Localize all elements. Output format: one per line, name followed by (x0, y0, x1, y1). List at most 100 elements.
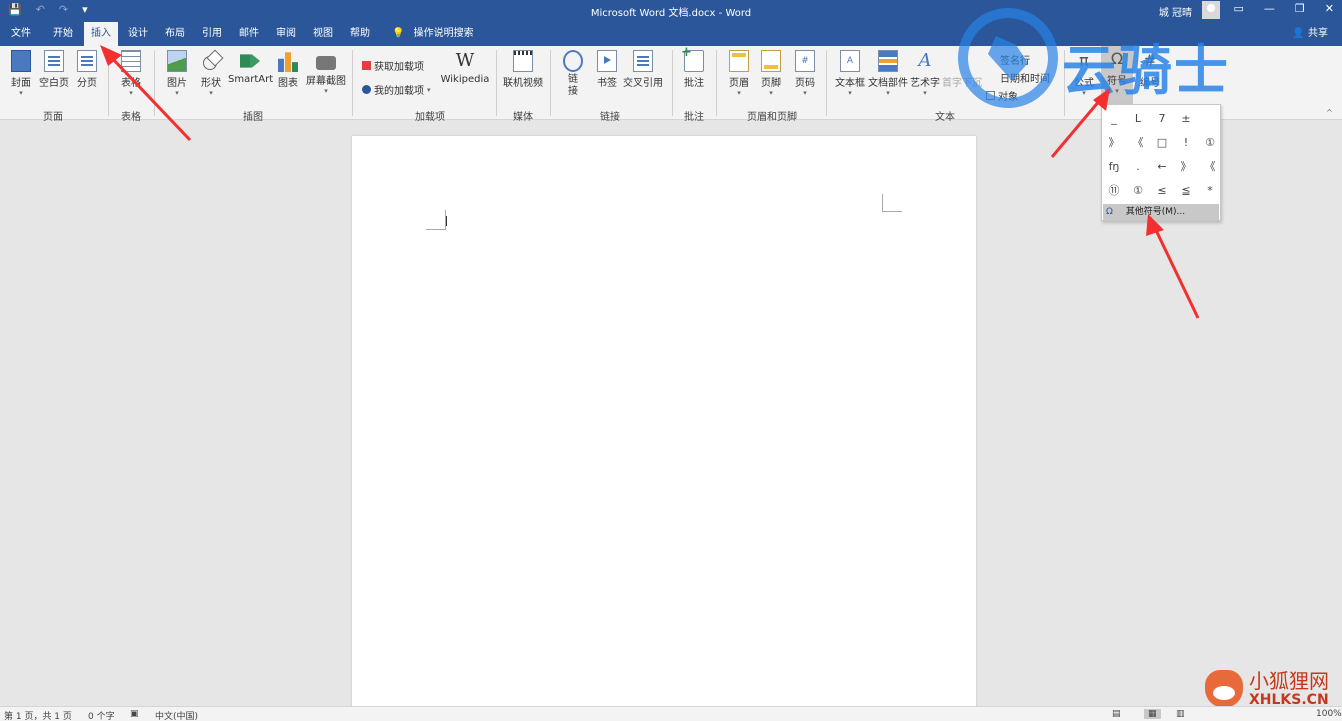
symbol-cell[interactable]: 《 (1126, 131, 1150, 155)
share-button[interactable]: 👤 共享 (1292, 22, 1328, 46)
wordart-button[interactable]: A 艺术字 ▾ (910, 48, 940, 97)
wordart-label: 艺术字 (910, 78, 940, 89)
watermark-bottom: 小狐狸网 XHLKS.CN (1205, 670, 1329, 708)
symbol-cell[interactable]: _ (1102, 107, 1126, 131)
bookmark-button[interactable]: 书签 (594, 48, 620, 89)
more-symbols-item[interactable]: Ω 其他符号(M)... (1103, 204, 1219, 220)
comment-label: 批注 (684, 78, 704, 89)
restore-button[interactable]: ❐ (1295, 2, 1305, 15)
ribbon-separator (716, 50, 717, 116)
watermark-logo-text: 云骑士 (1062, 39, 1230, 102)
symbol-cell[interactable]: □ (1150, 131, 1174, 155)
header-button[interactable]: 页眉 ▾ (726, 48, 752, 97)
symbol-cell[interactable]: ≤ (1150, 179, 1174, 203)
language[interactable]: 中文(中国) (155, 709, 198, 721)
symbol-cell[interactable]: . (1126, 155, 1150, 179)
blank-page-icon (44, 50, 64, 72)
tab-view[interactable]: 视图 (306, 22, 340, 46)
symbol-cell[interactable]: 《 (1198, 155, 1222, 179)
page-break-button[interactable]: 分页 (74, 48, 100, 89)
avatar[interactable] (1202, 1, 1220, 19)
print-layout-icon[interactable]: ▦ (1144, 709, 1161, 719)
word-count[interactable]: 0 个字 (88, 709, 115, 721)
tell-me-search[interactable]: 💡 操作说明搜索 (392, 22, 474, 46)
symbol-cell[interactable]: ! (1174, 131, 1198, 155)
cross-reference-label: 交叉引用 (623, 78, 663, 89)
symbol-cell[interactable]: ± (1174, 107, 1198, 131)
page-number-icon: # (795, 50, 815, 72)
shapes-button[interactable]: 形状 ▾ (196, 48, 226, 97)
table-button[interactable]: 表格 ▾ (116, 48, 146, 97)
symbol-cell[interactable]: * (1198, 179, 1222, 203)
comment-button[interactable]: 批注 (680, 45, 708, 89)
user-name[interactable]: 城 冠晴 (1159, 4, 1192, 19)
tab-insert[interactable]: 插入 (84, 22, 118, 46)
person-icon: 👤 (1292, 28, 1305, 39)
store-icon (362, 61, 371, 70)
blank-page-button[interactable]: 空白页 (38, 48, 70, 89)
ribbon-display-options-icon[interactable]: ▭ (1234, 2, 1244, 15)
online-video-button[interactable]: 联机视频 (502, 48, 544, 89)
close-button[interactable]: ✕ (1325, 2, 1334, 15)
page-count[interactable]: 第 1 页，共 1 页 (4, 709, 72, 721)
proofing-icon[interactable]: ▣ (130, 709, 139, 719)
table-icon (121, 50, 141, 72)
tab-home[interactable]: 开始 (46, 22, 80, 46)
symbol-cell[interactable]: 7 (1150, 107, 1174, 131)
ribbon-separator (352, 50, 353, 116)
cross-reference-button[interactable]: 交叉引用 (622, 48, 664, 89)
minimize-button[interactable]: — (1264, 2, 1275, 15)
get-addins-button[interactable]: 获取加载项 (362, 58, 424, 73)
page-break-label: 分页 (77, 78, 97, 89)
page-break-icon (77, 50, 97, 72)
symbol-cell[interactable] (1198, 107, 1222, 131)
blank-page-label: 空白页 (39, 78, 69, 89)
picture-button[interactable]: 图片 ▾ (162, 48, 192, 97)
symbol-cell[interactable]: fŋ (1102, 155, 1126, 179)
symbol-dropdown: _ L 7 ± 》 《 □ ! ① fŋ . ← 》 《 ⑪ ① ≤ ≦ * Ω… (1101, 104, 1221, 221)
tab-layout[interactable]: 布局 (158, 22, 192, 46)
tab-references[interactable]: 引用 (195, 22, 229, 46)
chart-button[interactable]: 图表 (274, 48, 302, 89)
symbol-cell[interactable]: ① (1198, 131, 1222, 155)
share-label: 共享 (1308, 28, 1328, 39)
footer-icon (761, 50, 781, 72)
my-addins-button[interactable]: 我的加载项 ▾ (362, 82, 431, 97)
tab-review[interactable]: 审阅 (269, 22, 303, 46)
web-layout-icon[interactable]: ▥ (1176, 709, 1185, 719)
smartart-label: SmartArt (228, 74, 274, 85)
quick-parts-button[interactable]: 文档部件 ▾ (868, 48, 908, 97)
symbol-cell[interactable]: ≦ (1174, 179, 1198, 203)
page-number-button[interactable]: # 页码 ▾ (792, 48, 818, 97)
symbol-cell[interactable]: ⑪ (1102, 179, 1126, 203)
textbox-button[interactable]: A 文本框 ▾ (834, 48, 866, 97)
read-mode-icon[interactable]: ▤ (1112, 709, 1121, 719)
online-video-icon (513, 50, 533, 72)
globe-link-icon (563, 50, 583, 72)
symbol-cell[interactable]: ① (1126, 179, 1150, 203)
tab-help[interactable]: 帮助 (343, 22, 377, 46)
screenshot-button[interactable]: 屏幕截图 ▾ (304, 48, 348, 95)
header-icon (729, 50, 749, 72)
cover-page-button[interactable]: 封面 ▾ (6, 48, 36, 97)
wikipedia-button[interactable]: W Wikipedia (440, 48, 490, 85)
picture-label: 图片 (167, 78, 187, 89)
shapes-icon (201, 50, 221, 72)
symbol-cell[interactable]: 》 (1102, 131, 1126, 155)
tab-file[interactable]: 文件 (4, 22, 38, 46)
link-label: 链接 (568, 74, 578, 97)
footer-button[interactable]: 页脚 ▾ (758, 48, 784, 97)
addins-icon (362, 85, 371, 94)
zoom-level[interactable]: 100% (1316, 709, 1342, 719)
symbol-cell[interactable]: 》 (1174, 155, 1198, 179)
symbol-cell[interactable]: ← (1150, 155, 1174, 179)
ribbon-separator (496, 50, 497, 116)
symbol-cell[interactable]: L (1126, 107, 1150, 131)
link-button[interactable]: 链接 (560, 48, 586, 98)
tab-design[interactable]: 设计 (121, 22, 155, 46)
collapse-ribbon-icon[interactable]: ^ (1326, 108, 1333, 117)
tab-mailings[interactable]: 邮件 (232, 22, 266, 46)
smartart-button[interactable]: SmartArt (228, 48, 274, 85)
document-page[interactable] (352, 136, 976, 716)
shapes-label: 形状 (201, 78, 221, 89)
